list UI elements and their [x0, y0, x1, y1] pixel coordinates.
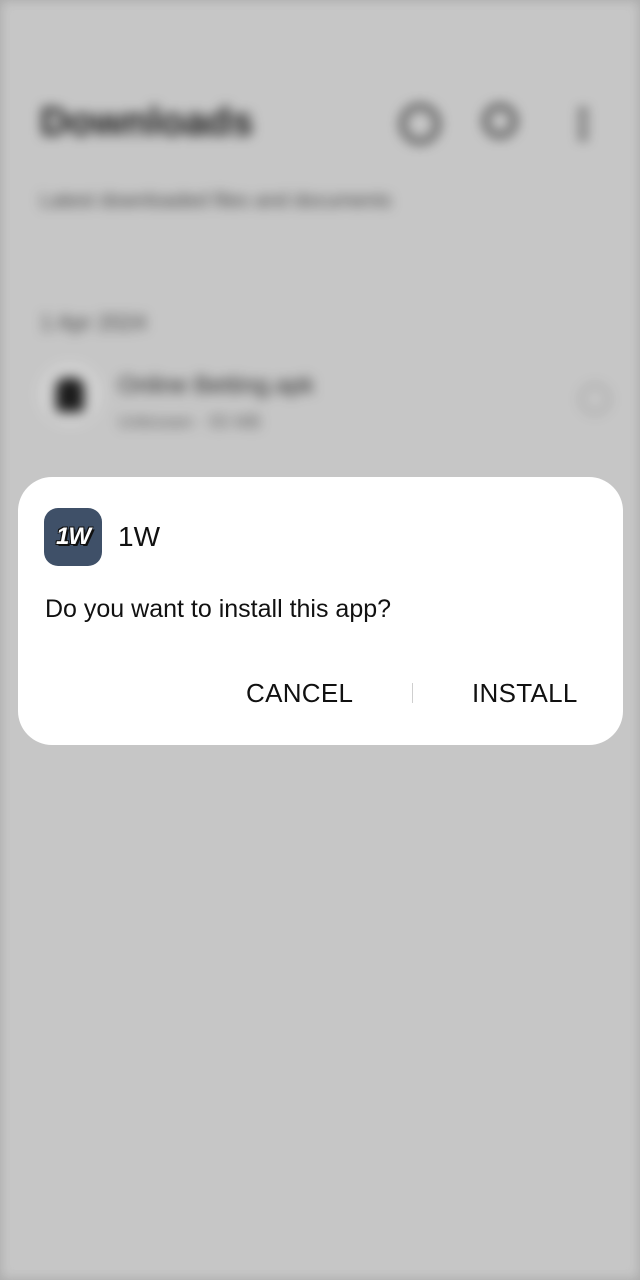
install-question: Do you want to install this app?: [45, 595, 392, 623]
app-icon-logo: 1W: [56, 523, 91, 550]
app-header: 1W 1W: [44, 508, 160, 566]
app-icon: 1W: [44, 508, 102, 566]
button-divider: [412, 683, 413, 703]
cancel-button[interactable]: CANCEL: [246, 673, 353, 713]
install-dialog: 1W 1W Do you want to install this app? C…: [18, 477, 623, 745]
dialog-actions: CANCEL INSTALL: [18, 673, 623, 713]
install-button[interactable]: INSTALL: [472, 673, 578, 713]
app-name: 1W: [118, 521, 160, 552]
